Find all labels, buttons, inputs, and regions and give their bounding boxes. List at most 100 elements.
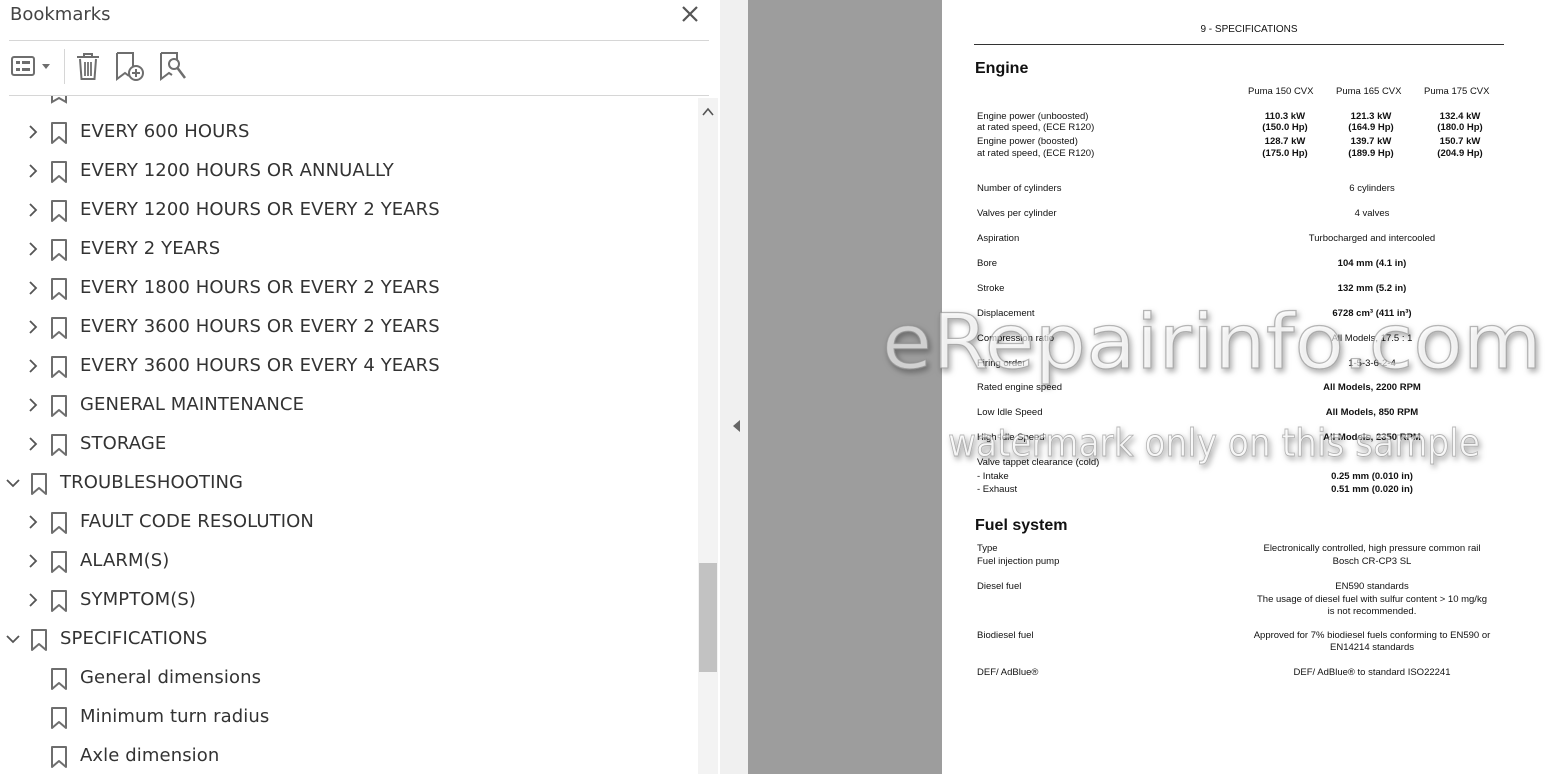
bookmark-item[interactable]: EVERY 3600 HOURS OR EVERY 4 YEARS [0, 347, 697, 386]
scroll-up-icon[interactable] [700, 104, 716, 120]
header-rule [974, 44, 1504, 45]
spec-label: Type [977, 543, 998, 554]
spec-label: Compression ratio [977, 333, 1055, 344]
bookmark-item[interactable]: EVERY 600 HOURS [0, 113, 697, 152]
bookmark-label: General dimensions [80, 667, 262, 688]
bookmark-label: SYMPTOM(S) [80, 589, 196, 610]
bookmark-icon [51, 122, 67, 144]
spec-value: 1-5-3-6-2-4 [1348, 358, 1396, 369]
header-divider [9, 40, 709, 41]
spec-label: Rated engine speed [977, 382, 1063, 393]
spec-label: - Exhaust [977, 484, 1018, 495]
chevron-right-icon[interactable] [23, 590, 43, 610]
bookmark-icon [51, 239, 67, 261]
spec-value: All Models, 17.5 : 1 [1331, 333, 1413, 344]
bookmark-label: Axle dimension [80, 745, 220, 766]
spec-label: - Intake [977, 471, 1009, 482]
bookmark-icon [51, 707, 67, 729]
bookmark-label: EVERY 2 YEARS [80, 238, 221, 259]
bookmark-item[interactable]: SPECIFICATIONS [0, 620, 697, 659]
chevron-right-icon[interactable] [23, 434, 43, 454]
spec-value: Turbocharged and intercooled [1308, 233, 1436, 244]
delete-bookmark-icon[interactable] [74, 50, 102, 82]
bookmark-label: EVERY 1200 HOURS OR EVERY 2 YEARS [80, 199, 440, 220]
bookmark-item[interactable]: GENERAL MAINTENANCE [0, 386, 697, 425]
engine-heading: Engine [975, 60, 1029, 77]
chevron-right-icon[interactable] [23, 395, 43, 415]
spec-value: Bosch CR-CP3 SL [1332, 556, 1412, 567]
bookmark-item[interactable]: EVERY 1200 HOURS OR EVERY 2 YEARS [0, 191, 697, 230]
panel-splitter[interactable] [720, 0, 748, 774]
bookmark-item[interactable]: EVERY 2 YEARS [0, 230, 697, 269]
spec-label: Stroke [977, 283, 1005, 294]
bookmark-item[interactable]: General dimensions [0, 659, 697, 698]
bookmark-label: STORAGE [80, 433, 167, 454]
chevron-down-icon[interactable] [3, 629, 23, 649]
bookmark-label: GENERAL MAINTENANCE [80, 394, 305, 415]
spec-label: Valve tappet clearance (cold) [977, 457, 1100, 468]
document-background [748, 0, 942, 774]
spec-value: All Models, 2200 RPM [1323, 382, 1421, 393]
spec-value: All Models, 850 RPM [1325, 407, 1419, 418]
collapse-panel-icon[interactable] [730, 418, 744, 434]
chevron-right-icon[interactable] [23, 512, 43, 532]
spec-value: (189.9 Hp) [1348, 148, 1394, 159]
chevron-right-icon[interactable] [23, 317, 43, 337]
chevron-right-icon[interactable] [23, 161, 43, 181]
options-menu-icon[interactable] [10, 50, 54, 82]
find-bookmark-icon[interactable] [158, 50, 188, 82]
spec-label: Fuel injection pump [977, 556, 1060, 567]
spec-value: (180.0 Hp) [1437, 122, 1483, 133]
bookmark-item[interactable]: STORAGE [0, 425, 697, 464]
close-icon[interactable] [678, 2, 702, 26]
bookmark-tree: EVERY 600 HOURS EVERY 1200 HOURS OR ANNUA… [0, 96, 697, 774]
chevron-right-icon[interactable] [23, 239, 43, 259]
bookmark-label: EVERY 3600 HOURS OR EVERY 2 YEARS [80, 316, 440, 337]
spec-value: Electronically controlled, high pressure… [1263, 543, 1481, 554]
bookmarks-panel: Bookmarks EVERY 600 HOURS EVERY 1200 HOUR… [0, 0, 720, 774]
page-header: 9 - SPECIFICATIONS [1200, 24, 1298, 35]
spec-label: High Idle Speed [977, 432, 1045, 443]
bookmark-icon [51, 317, 67, 339]
spec-label: Firing order [977, 358, 1026, 369]
bookmark-label: EVERY 3600 HOURS OR EVERY 4 YEARS [80, 355, 440, 376]
spec-value: is not recommended. [1327, 606, 1417, 617]
bookmark-item[interactable]: EVERY 1200 HOURS OR ANNUALLY [0, 152, 697, 191]
chevron-down-icon[interactable] [3, 473, 23, 493]
spec-label: at rated speed, (ECE R120) [977, 148, 1095, 159]
bookmark-item[interactable]: EVERY 1800 HOURS OR EVERY 2 YEARS [0, 269, 697, 308]
spec-label: Valves per cylinder [977, 208, 1057, 219]
chevron-right-icon[interactable] [23, 200, 43, 220]
model-header: Puma 150 CVX [1248, 86, 1314, 97]
bookmark-item[interactable]: Axle dimension [0, 737, 697, 774]
spec-value: 0.25 mm (0.010 in) [1331, 471, 1413, 482]
chevron-right-icon[interactable] [23, 122, 43, 142]
bookmark-item[interactable]: TROUBLESHOOTING [0, 464, 697, 503]
bookmark-item[interactable]: SYMPTOM(S) [0, 581, 697, 620]
bookmark-item[interactable]: EVERY 3600 HOURS OR EVERY 2 YEARS [0, 308, 697, 347]
bookmark-item[interactable]: Minimum turn radius [0, 698, 697, 737]
scrollbar-track[interactable] [698, 98, 718, 774]
chevron-right-icon[interactable] [23, 278, 43, 298]
bookmark-item[interactable]: FAULT CODE RESOLUTION [0, 503, 697, 542]
spec-value: 139.7 kW [1350, 136, 1392, 147]
chevron-right-icon[interactable] [23, 551, 43, 571]
spec-label: Bore [977, 258, 998, 269]
new-bookmark-icon[interactable] [114, 50, 146, 82]
spec-value: 6 cylinders [1349, 183, 1395, 194]
spec-value: 6728 cm³ (411 in³) [1332, 308, 1412, 319]
bookmark-label: TROUBLESHOOTING [60, 472, 244, 493]
bookmark-label: FAULT CODE RESOLUTION [80, 511, 314, 532]
chevron-right-icon[interactable] [23, 356, 43, 376]
bookmark-icon [51, 512, 67, 534]
spec-value: (150.0 Hp) [1262, 122, 1308, 133]
bookmark-icon [51, 668, 67, 690]
spec-value: 4 valves [1354, 208, 1390, 219]
document-page: 9 - SPECIFICATIONS Engine Puma 150 CVX P… [942, 0, 1546, 774]
spec-value: EN590 standards [1335, 581, 1409, 592]
scrollbar-thumb[interactable] [699, 563, 717, 672]
spec-label: Low Idle Speed [977, 407, 1043, 418]
bookmark-item[interactable]: ALARM(S) [0, 542, 697, 581]
bookmark-icon [51, 278, 67, 300]
bookmark-icon [51, 590, 67, 612]
